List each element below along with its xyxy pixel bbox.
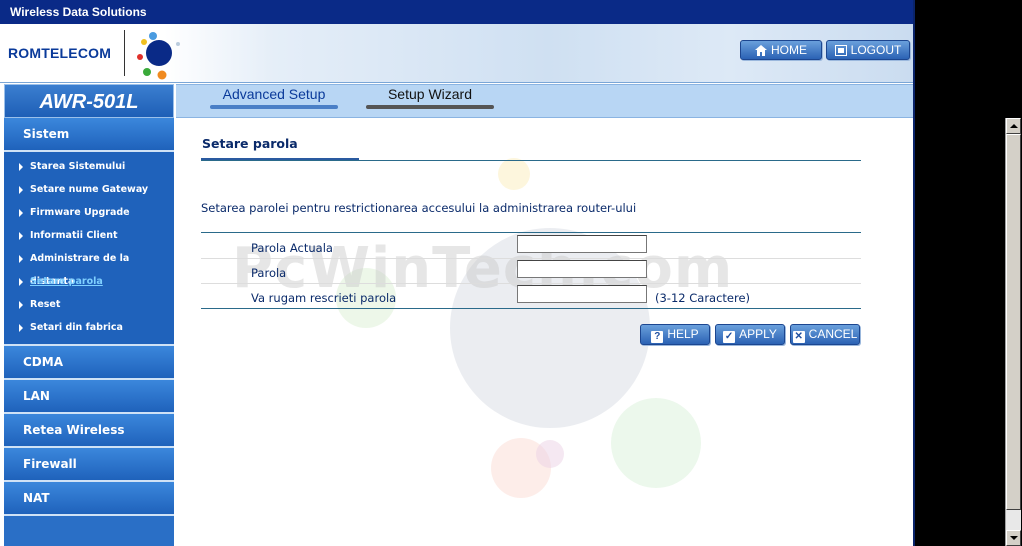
device-model: AWR-501L: [4, 84, 174, 118]
sidebar-item-starea-sistemului[interactable]: Starea Sistemului: [4, 155, 174, 178]
form-row: Va rugam rescrieti parola (3-12 Caracter…: [201, 283, 861, 308]
apply-label: APPLY: [739, 327, 777, 341]
sidebar-section-retea-wireless[interactable]: Retea Wireless: [4, 414, 174, 448]
page-title: Setare parola: [202, 136, 298, 151]
sidebar-item-administrare-distanta[interactable]: Administrare de la distanta: [4, 247, 174, 287]
sidebar-item-setari-fabrica[interactable]: Setari din fabrica: [4, 316, 174, 339]
confirm-password-label: Va rugam rescrieti parola: [251, 291, 397, 305]
home-button[interactable]: HOME: [740, 40, 822, 60]
arrow-right-icon: [19, 163, 23, 171]
sidebar: Sistem Starea Sistemului Setare nume Gat…: [4, 118, 174, 546]
background-bubble: [498, 158, 530, 190]
form-bottom-divider: [201, 308, 861, 309]
arrow-right-icon: [19, 301, 23, 309]
logout-label: LOGOUT: [850, 43, 902, 57]
form-row: Parola: [201, 258, 861, 284]
arrow-right-icon: [19, 186, 23, 194]
tab-underline: [366, 105, 494, 109]
page-header: ROMTELECOM HOME LOGOUT: [0, 24, 913, 83]
cancel-button[interactable]: ✕ CANCEL: [790, 324, 860, 345]
sidebar-item-firmware-upgrade[interactable]: Firmware Upgrade: [4, 201, 174, 224]
tab-setup-wizard[interactable]: Setup Wizard: [366, 85, 494, 109]
sidebar-section-sistem[interactable]: Sistem: [4, 118, 174, 152]
home-label: HOME: [771, 43, 807, 57]
arrow-up-icon: [1010, 124, 1018, 128]
tab-advanced-setup-label: Advanced Setup: [222, 86, 326, 102]
arrow-right-icon: [19, 324, 23, 332]
arrow-down-icon: [1010, 536, 1018, 540]
vertical-scrollbar[interactable]: [1005, 118, 1021, 546]
brand-logo-text: ROMTELECOM: [8, 45, 112, 61]
cancel-label: CANCEL: [808, 327, 858, 341]
sidebar-section-lan[interactable]: LAN: [4, 380, 174, 414]
logout-button[interactable]: LOGOUT: [826, 40, 910, 60]
background-bubble: [536, 440, 564, 468]
router-admin-frame: Wireless Data Solutions ROMTELECOM HOME …: [0, 0, 915, 546]
tab-setup-wizard-label: Setup Wizard: [387, 86, 473, 102]
form-row: Parola Actuala: [201, 233, 861, 259]
logout-icon: [834, 45, 847, 56]
sidebar-section-cdma[interactable]: CDMA: [4, 346, 174, 380]
apply-button[interactable]: ✓ APPLY: [715, 324, 785, 345]
scroll-down-button[interactable]: [1006, 530, 1021, 546]
arrow-right-icon: [19, 209, 23, 217]
scrollbar-thumb[interactable]: [1006, 134, 1021, 510]
help-icon: ?: [651, 331, 664, 343]
help-label: HELP: [667, 327, 699, 341]
scroll-up-button[interactable]: [1006, 118, 1021, 134]
logo-divider: [124, 30, 125, 76]
current-password-label: Parola Actuala: [251, 241, 333, 255]
current-password-input[interactable]: [517, 235, 647, 253]
brand-logo-icon: [137, 32, 180, 80]
window-title: Wireless Data Solutions: [0, 0, 913, 24]
confirm-password-input[interactable]: [517, 285, 647, 303]
background-bubble: [611, 398, 701, 488]
tab-advanced-setup[interactable]: Advanced Setup: [210, 85, 338, 109]
sidebar-section-firewall[interactable]: Firewall: [4, 448, 174, 482]
arrow-right-icon: [19, 255, 23, 263]
checkmark-icon: ✓: [723, 331, 736, 343]
password-length-hint: (3-12 Caractere): [655, 291, 751, 305]
sistem-submenu: Starea Sistemului Setare nume Gateway Fi…: [4, 152, 174, 346]
page-description: Setarea parolei pentru restrictionarea a…: [201, 201, 637, 215]
arrow-right-icon: [19, 278, 23, 286]
main-content: PcWinTech.com Setare parola Setarea paro…: [176, 118, 913, 546]
new-password-label: Parola: [251, 266, 287, 280]
close-icon: ✕: [792, 331, 805, 343]
sidebar-item-setare-parola[interactable]: Setare parola: [4, 270, 174, 293]
sidebar-item-reset[interactable]: Reset: [4, 293, 174, 316]
sidebar-item-setare-nume-gateway[interactable]: Setare nume Gateway: [4, 178, 174, 201]
title-divider: [201, 160, 861, 161]
help-button[interactable]: ? HELP: [640, 324, 710, 345]
home-icon: [755, 45, 767, 56]
arrow-right-icon: [19, 232, 23, 240]
new-password-input[interactable]: [517, 260, 647, 278]
sidebar-item-informatii-client[interactable]: Informatii Client: [4, 224, 174, 247]
tab-underline: [210, 105, 338, 109]
sidebar-section-nat[interactable]: NAT: [4, 482, 174, 516]
top-tab-bar: Advanced Setup Setup Wizard: [176, 84, 913, 118]
